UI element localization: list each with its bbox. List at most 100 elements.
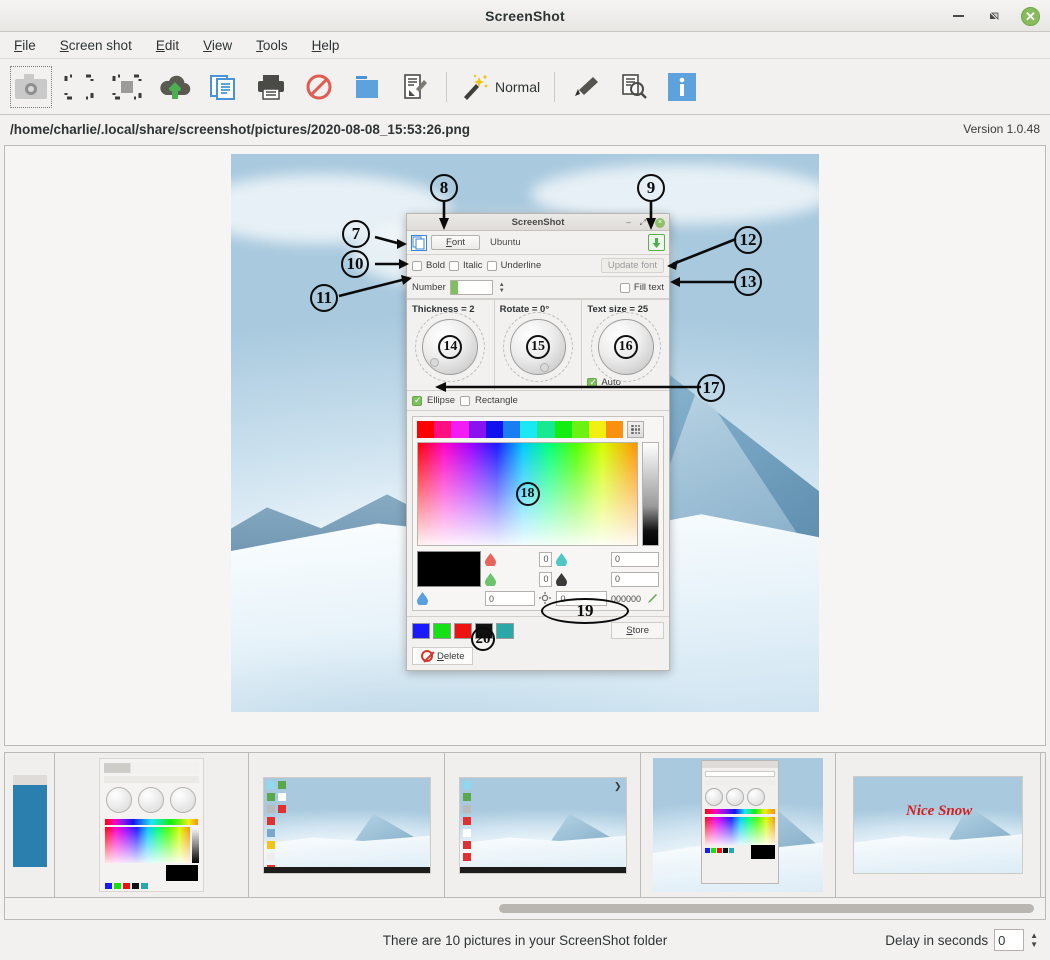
textsize-knob[interactable]: 16 [590,312,661,382]
color-swatch[interactable] [588,421,607,438]
delete-row: Delete [407,644,669,670]
pencil-icon[interactable] [563,64,609,110]
capture-window-icon[interactable] [104,64,150,110]
number-spinner[interactable]: ▲ ▼ [499,282,505,294]
eyedropper-icon[interactable] [647,592,659,606]
thumbnail-4[interactable]: ❯ [445,753,641,897]
color-swatch[interactable] [502,421,521,438]
cancel-icon[interactable] [296,64,342,110]
print-icon[interactable] [248,64,294,110]
path-bar: /home/charlie/.local/share/screenshot/pi… [0,115,1050,143]
menu-help[interactable]: Help [312,38,340,53]
color-swatch[interactable] [606,421,624,438]
font-button[interactable]: Font [431,235,481,250]
dialog-minimize-icon[interactable]: – [626,218,630,227]
dialog-close-icon[interactable]: × [655,217,665,228]
store-button[interactable]: Store [611,622,664,639]
annotation-label: 12 [734,226,762,254]
close-icon[interactable]: ✕ [1021,6,1040,26]
magic-wand-icon[interactable]: Normal [455,64,546,110]
image-canvas[interactable]: 7 8 9 10 11 12 13 17 ScreenShot – ⤢ × Fo… [4,145,1046,746]
red-value-input[interactable]: 0 [539,551,553,567]
stored-color[interactable] [412,622,430,639]
stored-color[interactable] [496,622,514,639]
main-toolbar: Normal [0,59,1050,115]
color-gradient-row: 18 [417,442,659,546]
color-swatch[interactable] [554,421,572,438]
dialog-window-controls: – ⤢ × [626,214,665,231]
restore-icon[interactable] [985,7,1003,25]
cyan-value-input[interactable]: 0 [610,551,659,567]
menu-file[interactable]: File [14,38,36,53]
upload-icon[interactable] [152,64,198,110]
dialog-restore-icon[interactable]: ⤢ [640,218,646,228]
number-input[interactable] [449,280,493,295]
capture-fullscreen-icon[interactable] [8,64,54,110]
menu-edit[interactable]: Edit [156,38,179,53]
color-swatch[interactable] [434,421,452,438]
color-gradient-field[interactable]: 18 [417,442,638,546]
folder-icon[interactable] [344,64,390,110]
color-preview-swatch [417,551,481,587]
blue-value-input[interactable]: 0 [485,591,536,606]
thumbnail-scrollbar[interactable] [4,898,1046,920]
ellipse-checkbox[interactable] [412,395,422,406]
auto-checkbox[interactable] [587,377,598,388]
blue-drop-icon [417,592,428,607]
rectangle-checkbox[interactable] [460,395,470,406]
delay-input[interactable]: 0 [994,929,1025,951]
color-swatch[interactable] [520,421,538,438]
stored-color[interactable] [454,622,472,639]
menu-screenshot-mnemonic: S [59,37,69,53]
black-value-input[interactable]: 0 [610,571,659,587]
rotate-knob[interactable]: 15 [503,312,573,382]
preview-icon[interactable] [611,64,657,110]
bold-checkbox[interactable] [412,260,422,271]
edit-document-icon[interactable] [392,64,438,110]
color-swatch[interactable] [417,421,435,438]
stored-color[interactable] [433,622,451,639]
green-value-input[interactable]: 0 [539,571,553,587]
color-swatch[interactable] [468,421,486,438]
annotation-circle-20: 20 [471,627,495,651]
color-swatch[interactable] [537,421,555,438]
thumbnail-3[interactable] [249,753,445,897]
thickness-knob[interactable]: 14 [415,312,486,382]
delay-spinner[interactable]: ▲ ▼ [1030,931,1038,949]
menu-view[interactable]: View [203,38,232,53]
scrollbar-thumb[interactable] [499,904,1034,913]
ellipse-label: Ellipse [427,395,455,406]
italic-checkbox[interactable] [449,260,460,271]
minimize-icon[interactable] [949,7,967,25]
thumbnail-6[interactable]: Nice Snow [836,753,1041,897]
thumbnail-2[interactable] [55,753,249,897]
thumbnail-1[interactable] [5,753,55,897]
italic-label: Italic [463,260,483,271]
menu-screen-shot[interactable]: Screen shot [60,38,132,53]
fill-text-label: Fill text [633,282,664,293]
thumbnail-3-image [262,776,431,874]
save-down-icon[interactable] [648,234,665,251]
info-icon[interactable] [659,64,705,110]
fill-text-checkbox[interactable] [619,282,630,293]
capture-region-icon[interactable] [56,64,102,110]
copy-icon[interactable] [200,64,246,110]
value-slider[interactable] [642,442,659,546]
annotation-circle-10: 10 [341,250,369,278]
annotation-label: 8 [430,174,458,202]
thumbnail-5[interactable] [641,753,836,897]
annotation-circle-12: 12 [734,226,762,254]
copy-style-icon[interactable] [411,234,427,251]
menu-tools[interactable]: Tools [256,38,288,53]
update-font-button[interactable]: Update font [600,258,664,273]
color-swatch[interactable] [485,421,503,438]
screenshot-application-window: ScreenShot ✕ File Screen shot Edit View … [0,0,1050,960]
delete-button[interactable]: Delete [412,647,474,665]
color-swatch[interactable] [451,421,469,438]
color-swatch[interactable] [571,421,589,438]
annotation-label: 9 [637,174,665,202]
knob-ticks [590,312,661,382]
thumbnail-strip[interactable]: ❯ Nice Snow [4,752,1046,898]
color-grid-icon[interactable] [627,421,645,438]
underline-checkbox[interactable] [486,260,497,271]
